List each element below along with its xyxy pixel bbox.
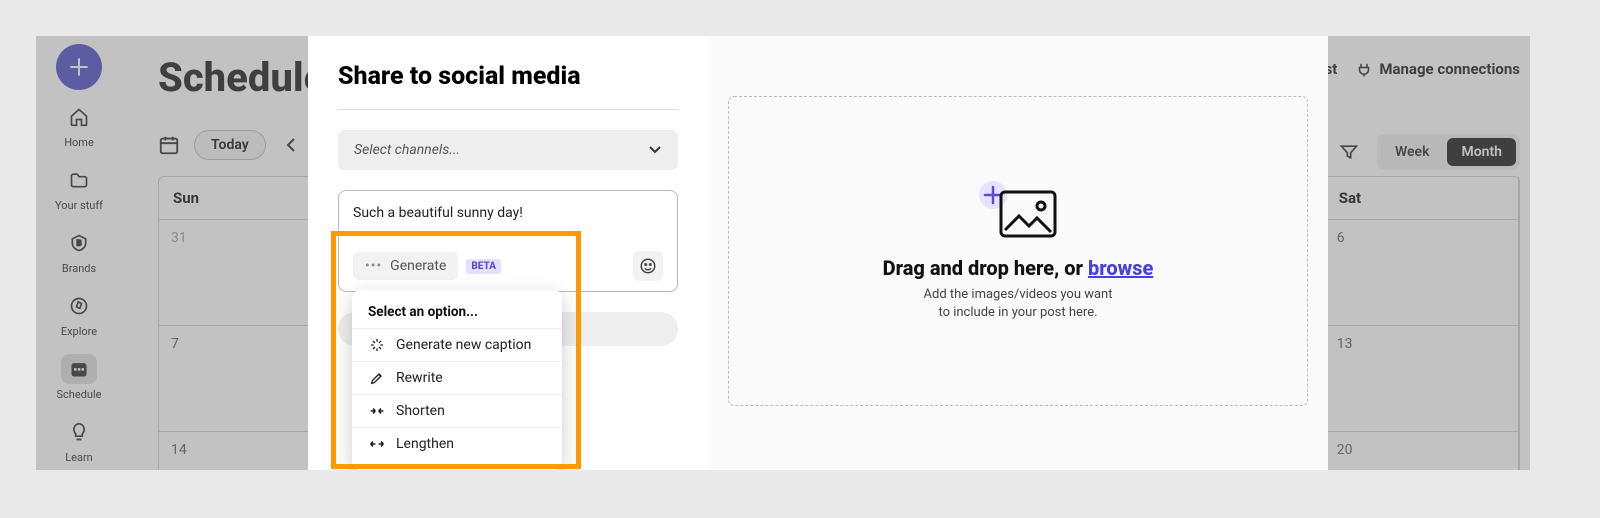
dropzone-title: Drag and drop here, or browse — [883, 256, 1154, 280]
select-channels-label: Select channels... — [354, 142, 460, 158]
dropzone-illustration — [973, 180, 1063, 250]
caption-text[interactable]: Such a beautiful sunny day! — [353, 205, 663, 245]
dropdown-item-label: Rewrite — [396, 370, 443, 386]
media-dropzone[interactable]: Drag and drop here, or browse Add the im… — [728, 96, 1308, 406]
shorten-icon — [369, 406, 385, 416]
dropdown-rewrite[interactable]: Rewrite — [352, 361, 562, 394]
browse-link[interactable]: browse — [1088, 256, 1153, 280]
dropdown-generate-new[interactable]: Generate new caption — [352, 328, 562, 361]
modal-title: Share to social media — [338, 62, 678, 91]
beta-badge: BETA — [466, 259, 501, 274]
select-channels-dropdown[interactable]: Select channels... — [338, 130, 678, 170]
dropdown-title: Select an option... — [352, 300, 562, 328]
dropdown-item-label: Lengthen — [396, 436, 454, 452]
generate-dropdown: Select an option... Generate new caption… — [352, 290, 562, 470]
sparkle-icon — [369, 337, 385, 353]
rewrite-icon — [369, 370, 385, 386]
dropdown-lengthen[interactable]: Lengthen — [352, 427, 562, 460]
generate-button[interactable]: ••• Generate — [353, 252, 458, 280]
dropzone-subtitle: Add the images/videos you want to includ… — [924, 286, 1113, 322]
dropdown-item-label: Shorten — [396, 403, 445, 419]
generate-label: Generate — [390, 258, 446, 274]
dropdown-shorten[interactable]: Shorten — [352, 394, 562, 427]
emoji-picker-button[interactable] — [633, 251, 663, 281]
caption-input-area[interactable]: Such a beautiful sunny day! ••• Generate… — [338, 190, 678, 292]
dropdown-item-label: Generate new caption — [396, 337, 531, 353]
chevron-down-icon — [648, 145, 662, 155]
smile-icon — [639, 257, 657, 275]
ellipsis-icon: ••• — [365, 258, 382, 274]
lengthen-icon — [369, 439, 385, 449]
